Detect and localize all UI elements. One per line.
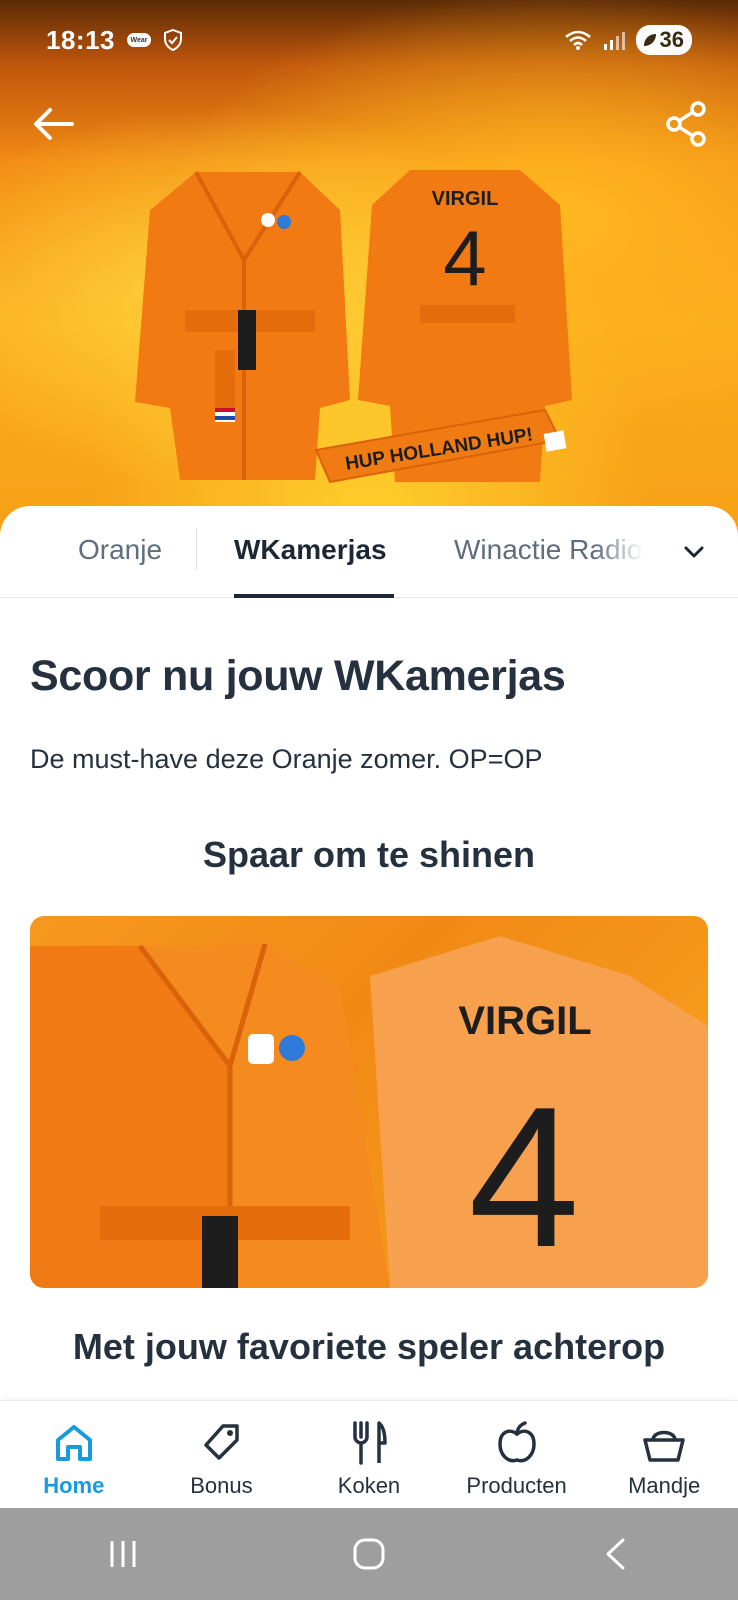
robe-back-number: 4 — [443, 214, 486, 302]
nav-home[interactable]: Home — [4, 1401, 144, 1509]
back-button[interactable] — [26, 96, 82, 152]
home-circle-icon — [353, 1538, 385, 1570]
status-bar: 18:13 Wear 36 — [0, 0, 738, 80]
wear-app-icon: Wear — [127, 33, 151, 47]
tab-wkamerjas[interactable]: WKamerjas — [234, 534, 387, 566]
page-title: Scoor nu jouw WKamerjas — [30, 652, 566, 700]
nav-mandje[interactable]: Mandje — [594, 1401, 734, 1509]
home-system-button[interactable] — [329, 1524, 409, 1584]
robe-back-name: VIRGIL — [432, 188, 499, 210]
bathrobe-closeup-image: VIRGIL 4 — [30, 936, 708, 1288]
nav-producten[interactable]: Producten — [447, 1401, 587, 1509]
nav-koken-label: Koken — [337, 1473, 401, 1498]
battery-level: 36 — [659, 27, 684, 52]
nav-mandje-label: Mandje — [628, 1473, 701, 1498]
share-button[interactable] — [658, 96, 714, 152]
apple-icon — [493, 1419, 541, 1467]
status-time: 18:13 — [46, 24, 115, 55]
chevron-left-icon — [606, 1538, 625, 1570]
bottom-navigation: Home Bonus Koken Producten Mandje — [0, 1400, 738, 1508]
back-system-button[interactable] — [575, 1524, 655, 1584]
recent-apps-icon — [110, 1541, 136, 1567]
robe-front-illustration — [135, 170, 350, 480]
promo-back-name: VIRGIL — [458, 999, 591, 1043]
bathrobe-hero-image: VIRGIL 4 HUP HOLLAND HUP! — [135, 170, 572, 484]
basket-icon — [640, 1419, 688, 1467]
wifi-icon — [564, 30, 591, 50]
cutlery-icon — [345, 1419, 393, 1467]
nav-koken[interactable]: Koken — [299, 1401, 439, 1509]
hero-banner: 18:13 Wear 36 VIRGIL 4 HUP HOLLAND HUP! — [0, 0, 738, 540]
nav-home-label: Home — [43, 1473, 105, 1498]
nav-bonus[interactable]: Bonus — [151, 1401, 291, 1509]
section-title-player: Met jouw favoriete speler achterop — [72, 1326, 666, 1367]
arrow-left-icon — [34, 108, 74, 140]
tag-icon — [197, 1419, 245, 1467]
tab-oranje[interactable]: Oranje — [78, 534, 162, 566]
tabs-more-button[interactable] — [674, 532, 714, 572]
nav-producten-label: Producten — [466, 1473, 567, 1498]
tab-divider — [196, 528, 197, 570]
active-tab-indicator — [234, 594, 394, 598]
content-card: Oranje WKamerjas Winactie Radio Scoor nu… — [0, 506, 738, 1406]
chevron-down-icon — [684, 546, 704, 558]
recent-apps-button[interactable] — [83, 1524, 163, 1584]
leaf-icon — [643, 34, 656, 46]
share-icon — [666, 101, 706, 147]
signal-icon — [603, 32, 625, 50]
promo-back-number: 4 — [468, 1066, 579, 1288]
intro-text: De must-have deze Oranje zomer. OP=OP — [30, 744, 543, 774]
system-navigation-bar — [0, 1508, 738, 1600]
tab-bar: Oranje WKamerjas Winactie Radio — [0, 506, 738, 598]
shield-icon — [164, 29, 182, 51]
promo-image: VIRGIL 4 — [30, 916, 708, 1288]
tab-winactie-radio[interactable]: Winactie Radio — [454, 534, 644, 566]
nav-bonus-label: Bonus — [190, 1473, 253, 1498]
battery-indicator: 36 — [635, 25, 692, 55]
home-icon — [50, 1419, 98, 1467]
section-title-save: Spaar om te shinen — [202, 834, 536, 875]
